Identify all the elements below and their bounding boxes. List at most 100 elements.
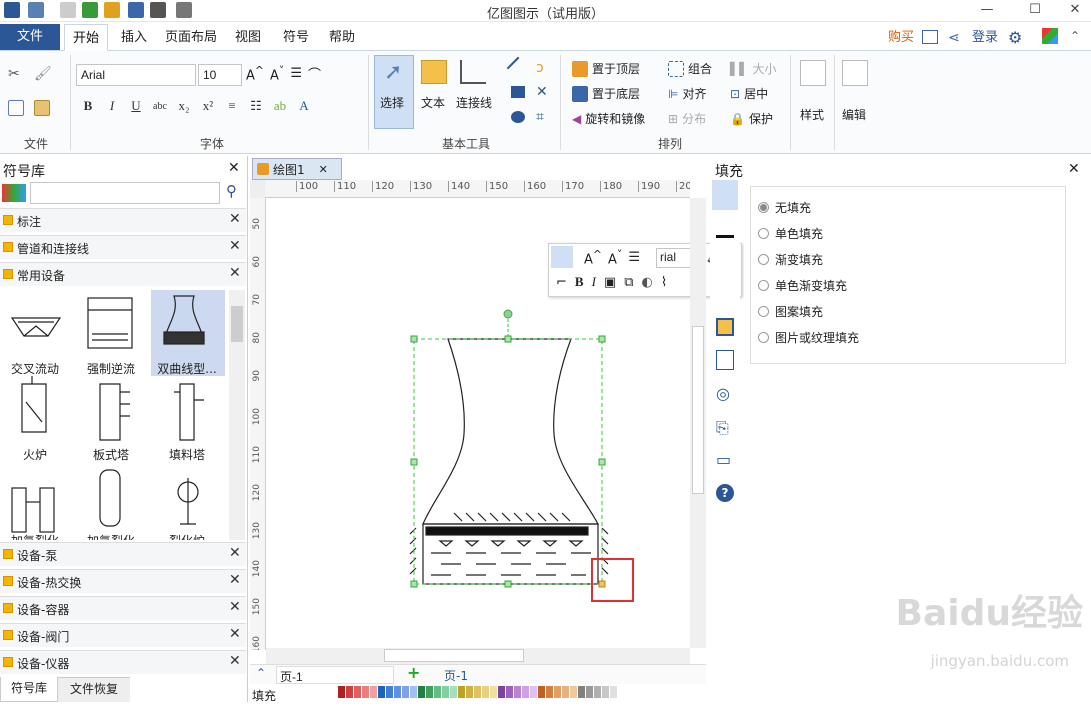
float-bold-icon[interactable]: B (575, 274, 584, 290)
library-section-common[interactable]: 常用设备 ✕ (0, 262, 246, 286)
share-box-icon[interactable] (922, 30, 938, 44)
color-swatch[interactable] (522, 686, 529, 698)
color-swatch[interactable] (586, 686, 593, 698)
login-link[interactable]: 登录 (968, 24, 1002, 51)
settings-gear-icon[interactable]: ⚙ (1008, 28, 1022, 47)
color-swatch[interactable] (458, 686, 465, 698)
fill-option-none[interactable]: 无填充 (758, 199, 811, 216)
library-section-pump[interactable]: 设备-泵 ✕ (0, 542, 246, 566)
binoculars-icon[interactable] (842, 60, 868, 86)
connector-tool-icon[interactable] (460, 60, 486, 84)
symbol-label[interactable]: 裂化炉 (152, 532, 222, 540)
center-button[interactable]: ⊡ 居中 (730, 85, 768, 102)
page-properties-icon[interactable] (716, 350, 734, 370)
color-swatch[interactable] (474, 686, 481, 698)
grow-font-icon[interactable]: A^ (246, 64, 264, 83)
symbol-label[interactable]: 填料塔 (152, 446, 222, 463)
close-section-icon[interactable]: ✕ (229, 599, 241, 615)
ellipse-tool-icon[interactable] (511, 111, 525, 123)
shrink-font-icon[interactable]: A˅ (270, 64, 284, 83)
search-icon[interactable]: ⚲ (226, 182, 237, 200)
color-swatch[interactable] (506, 686, 513, 698)
color-swatch[interactable] (370, 686, 377, 698)
send-to-back-button[interactable]: 置于底层 (572, 85, 640, 102)
horizontal-scroll-thumb[interactable] (384, 649, 524, 662)
color-swatch[interactable] (498, 686, 505, 698)
document-tab[interactable]: 绘图1 ✕ (252, 158, 342, 180)
collapse-ribbon-icon[interactable]: ⌃ (1070, 29, 1080, 43)
add-page-icon[interactable]: + (407, 663, 420, 682)
color-swatch[interactable] (530, 686, 537, 698)
float-italic-icon[interactable]: I (592, 274, 596, 290)
protect-button[interactable]: 🔒 保护 (730, 110, 773, 127)
fill-option-pattern[interactable]: 图案填充 (758, 303, 823, 320)
tab-page-layout[interactable]: 页面布局 (162, 24, 220, 51)
color-swatch[interactable] (362, 686, 369, 698)
line-spacing-icon[interactable]: ≡ (220, 98, 244, 114)
fill-tool-icon[interactable] (712, 180, 738, 210)
close-section-icon[interactable]: ✕ (229, 653, 241, 669)
strikethrough-icon[interactable]: abc (148, 101, 172, 112)
text-tool-icon[interactable] (421, 60, 447, 84)
color-swatch[interactable] (378, 686, 385, 698)
group-button[interactable]: 组合 (668, 60, 712, 77)
bold-icon[interactable]: B (76, 98, 100, 114)
float-fill-icon[interactable]: ◐ (642, 275, 653, 290)
edit-button-label[interactable]: 编辑 (842, 106, 866, 123)
fill-option-mono-gradient[interactable]: 单色渐变填充 (758, 277, 847, 294)
vertical-scroll-thumb[interactable] (692, 326, 704, 494)
library-section-instrument[interactable]: 设备-仪器 ✕ (0, 650, 246, 674)
text-path-icon[interactable]: ⌒ (308, 64, 321, 83)
buy-link[interactable]: 购买 (884, 24, 918, 51)
float-align-icon[interactable]: ☰ (628, 250, 640, 265)
close-section-icon[interactable]: ✕ (229, 545, 241, 561)
symbol-label[interactable]: 板式塔 (76, 446, 146, 463)
copy-icon[interactable] (8, 100, 24, 116)
maximize-button[interactable]: ☐ (1020, 0, 1050, 22)
fill-option-texture[interactable]: 图片或纹理填充 (758, 329, 859, 346)
float-shrink-font-icon[interactable]: A˅ (608, 248, 622, 267)
font-color-icon[interactable]: A (292, 98, 316, 114)
library-section-heat-exchange[interactable]: 设备-热交换 ✕ (0, 569, 246, 593)
color-swatch[interactable] (594, 686, 601, 698)
color-swatch[interactable] (610, 686, 617, 698)
cut-icon[interactable]: ✂ (8, 66, 20, 82)
superscript-icon[interactable]: x² (196, 98, 220, 114)
share-icon[interactable]: ⋖ (948, 30, 960, 46)
close-tab-icon[interactable]: ✕ (319, 163, 328, 176)
symbol-label[interactable]: 强制逆流 (76, 360, 146, 377)
line-style-icon[interactable] (716, 218, 734, 238)
color-swatch[interactable] (402, 686, 409, 698)
file-menu-button[interactable]: 文件 (0, 24, 60, 50)
library-menu-icon[interactable] (2, 184, 26, 202)
color-swatch[interactable] (418, 686, 425, 698)
float-copy-style-icon[interactable]: ⧉ (624, 275, 633, 290)
color-swatch[interactable] (570, 686, 577, 698)
tab-symbol[interactable]: 符号 (278, 24, 314, 51)
rectangle-tool-icon[interactable] (511, 86, 525, 98)
tab-help[interactable]: 帮助 (324, 24, 360, 51)
tab-home[interactable]: 开始 (64, 24, 108, 51)
library-section-vessel[interactable]: 设备-容器 ✕ (0, 596, 246, 620)
tab-insert[interactable]: 插入 (116, 24, 152, 51)
float-line-icon[interactable]: ⌇ (661, 275, 667, 290)
size-button[interactable]: ▌▌ 大小 (730, 60, 776, 77)
color-swatch[interactable] (514, 686, 521, 698)
cross-tool-icon[interactable]: ✕ (536, 84, 548, 100)
library-section-valve[interactable]: 设备-阀门 ✕ (0, 623, 246, 647)
curve-tool-icon[interactable]: ↄ (536, 60, 544, 76)
attachment-icon[interactable]: ⎘ (716, 418, 729, 438)
text-tool-label[interactable]: 文本 (421, 94, 445, 111)
close-library-icon[interactable]: ✕ (228, 160, 240, 176)
color-swatch[interactable] (338, 686, 345, 698)
library-section-callout[interactable]: 标注 ✕ (0, 208, 246, 232)
close-section-icon[interactable]: ✕ (229, 238, 241, 254)
float-connector-icon[interactable]: ⌐ (556, 275, 567, 290)
float-grow-font-icon[interactable]: A^ (584, 248, 602, 267)
close-section-icon[interactable]: ✕ (229, 572, 241, 588)
close-window-button[interactable]: ✕ (1060, 0, 1090, 22)
page-tab[interactable]: 页-1 (444, 667, 468, 684)
float-pointer-icon[interactable] (551, 246, 573, 268)
crop-tool-icon[interactable]: ⌗ (536, 109, 544, 125)
color-swatch[interactable] (562, 686, 569, 698)
